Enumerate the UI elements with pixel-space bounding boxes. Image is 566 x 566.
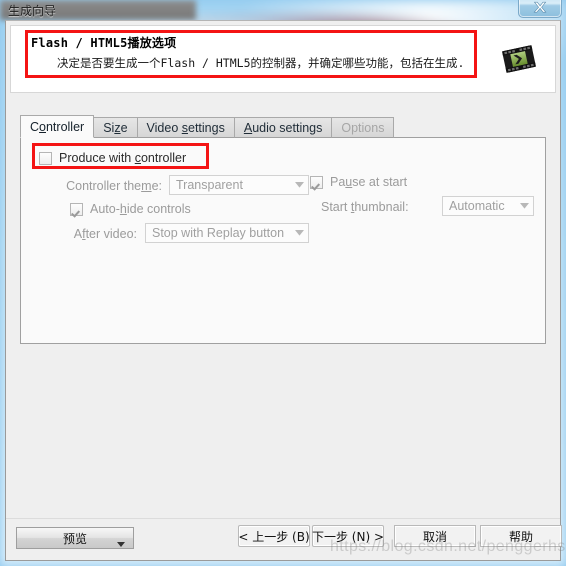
tab-video-settings[interactable]: Video settings xyxy=(136,117,235,138)
tab-audio-settings[interactable]: Audio settings xyxy=(233,117,333,138)
close-icon[interactable] xyxy=(518,0,562,18)
wizard-header: Flash / HTML5播放选项 决定是否要生成一个Flash / HTML5… xyxy=(10,25,556,93)
controller-theme-select[interactable]: Transparent xyxy=(169,175,309,195)
auto-hide-controls-label: Auto-hide controls xyxy=(90,202,191,216)
window-title: 生成向导 xyxy=(8,4,57,18)
auto-hide-controls-checkbox: Auto-hide controls xyxy=(70,202,191,216)
preview-split-button[interactable]: 预览 xyxy=(16,527,134,549)
dialog-footer: 预览 < 上一步 (B) 下一步 (N) > 取消 帮助 xyxy=(6,518,562,560)
camtasia-video-icon xyxy=(497,37,541,81)
page-description: 决定是否要生成一个Flash / HTML5的控制器，并确定哪些功能，包括在生成… xyxy=(57,56,465,70)
produce-with-controller-checkbox[interactable]: Produce with controller xyxy=(39,151,186,165)
produce-with-controller-label: Produce with controller xyxy=(59,151,187,165)
cancel-button[interactable]: 取消 xyxy=(394,525,476,547)
caret-down-icon[interactable] xyxy=(117,536,125,550)
start-thumbnail-label: Start thumbnail: xyxy=(321,200,409,214)
back-button[interactable]: < 上一步 (B) xyxy=(238,525,310,547)
pause-at-start-checkbox: Pause at start xyxy=(310,175,407,189)
after-video-select[interactable]: Stop with Replay button xyxy=(145,223,309,243)
tab-options: Options xyxy=(331,117,395,138)
tab-strip: Controller Size Video settings Audio set… xyxy=(20,115,546,138)
checkbox-box xyxy=(70,202,83,216)
chevron-down-icon xyxy=(515,203,533,209)
chevron-down-icon xyxy=(290,230,308,236)
produce-wizard-dialog: Flash / HTML5播放选项 决定是否要生成一个Flash / HTML5… xyxy=(5,20,562,561)
pause-at-start-label: Pause at start xyxy=(330,175,408,189)
controller-theme-label: Controller theme: xyxy=(66,179,162,193)
after-video-label: After video: xyxy=(73,227,137,241)
start-thumbnail-select[interactable]: Automatic xyxy=(442,196,534,216)
help-button[interactable]: 帮助 xyxy=(480,525,562,547)
tab-size[interactable]: Size xyxy=(93,117,138,138)
page-title: Flash / HTML5播放选项 xyxy=(31,36,177,50)
controller-tab-panel: Produce with controller Controller theme… xyxy=(20,137,546,344)
checkbox-box xyxy=(39,151,52,165)
tab-controller[interactable]: Controller xyxy=(20,115,95,138)
checkbox-box xyxy=(310,175,323,189)
chevron-down-icon xyxy=(290,182,308,188)
next-button[interactable]: 下一步 (N) > xyxy=(312,525,384,547)
wizard-header-text: Flash / HTML5播放选项 决定是否要生成一个Flash / HTML5… xyxy=(31,34,471,71)
